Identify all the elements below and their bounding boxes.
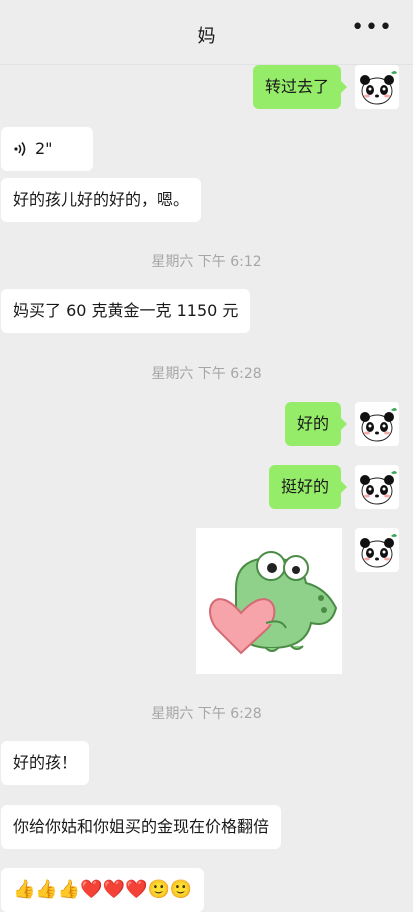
self-avatar-icon[interactable] bbox=[355, 465, 399, 509]
message-bubble-outgoing[interactable]: 挺好的 bbox=[268, 465, 348, 509]
timestamp: 星期六 下午 6:28 bbox=[151, 366, 262, 382]
message-text: 好的孩！ bbox=[13, 753, 78, 772]
message-bubble-incoming[interactable]: 妈买了 60 克黄金一克 1150 元 bbox=[1, 289, 251, 333]
message-text: 好的孩儿好的好的，嗯。 bbox=[13, 190, 190, 209]
crocodile-heart-sticker[interactable] bbox=[196, 528, 342, 674]
more-options-icon[interactable]: ••• bbox=[351, 15, 393, 40]
message-text: 你给你姑和你姐买的金现在价格翻倍 bbox=[13, 817, 270, 836]
voice-message-bubble[interactable]: 2" bbox=[1, 127, 93, 171]
message-bubble-incoming[interactable]: 好的孩儿好的好的，嗯。 bbox=[1, 178, 202, 222]
message-bubble-incoming[interactable]: 好的孩！ bbox=[1, 741, 90, 785]
message-bubble-outgoing[interactable]: 好的 bbox=[284, 402, 348, 446]
voice-wave-icon bbox=[14, 142, 26, 156]
self-avatar-icon[interactable] bbox=[355, 402, 399, 446]
self-avatar-icon[interactable] bbox=[355, 528, 399, 572]
message-text: 好的 bbox=[296, 414, 329, 433]
timestamp: 星期六 下午 6:12 bbox=[151, 254, 262, 270]
chat-area[interactable]: 转过去了 2" 好的孩儿好的好的，嗯。 星期六 下午 6:12 妈买了 60 克… bbox=[0, 65, 413, 912]
voice-duration: 2" bbox=[35, 139, 53, 158]
message-text: 妈买了 60 克黄金一克 1150 元 bbox=[13, 301, 239, 320]
message-text: 挺好的 bbox=[280, 477, 329, 496]
message-bubble-outgoing[interactable]: 转过去了 bbox=[252, 65, 348, 109]
chat-header: 妈 ••• bbox=[0, 0, 413, 65]
timestamp: 星期六 下午 6:28 bbox=[151, 706, 262, 722]
self-avatar-icon[interactable] bbox=[355, 65, 399, 109]
message-text: 转过去了 bbox=[264, 77, 329, 96]
message-bubble-incoming[interactable]: 你给你姑和你姐买的金现在价格翻倍 bbox=[1, 805, 282, 849]
emoji-message-text: 👍👍👍❤️❤️❤️🙂🙂 bbox=[13, 879, 193, 900]
message-bubble-incoming[interactable]: 👍👍👍❤️❤️❤️🙂🙂 bbox=[1, 868, 205, 912]
